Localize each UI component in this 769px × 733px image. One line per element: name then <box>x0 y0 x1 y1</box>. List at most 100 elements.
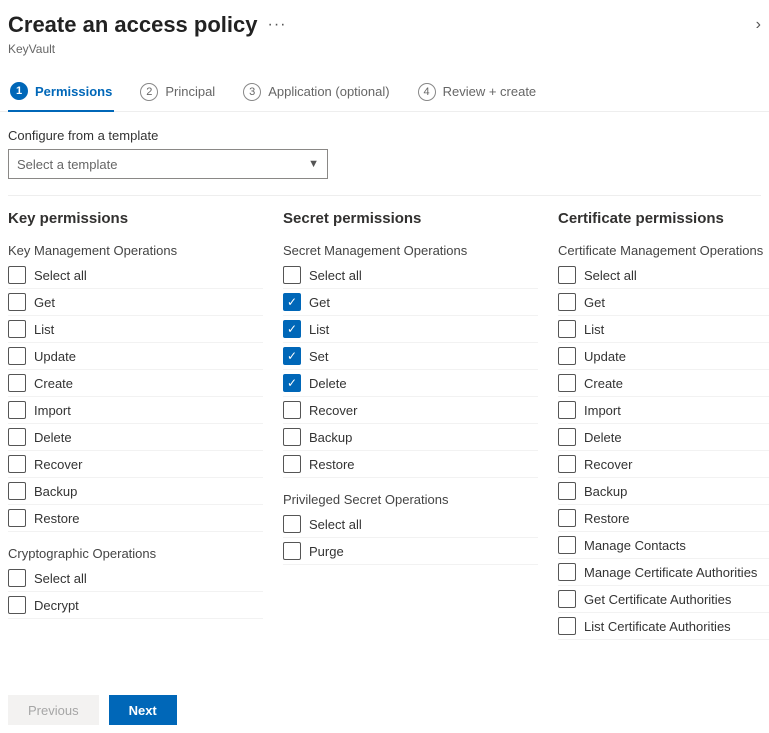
permission-label: List <box>584 322 604 337</box>
previous-button[interactable]: Previous <box>8 695 99 725</box>
chevron-down-icon: ▼ <box>308 158 319 170</box>
permission-checkbox[interactable]: ✓ <box>283 293 301 311</box>
column-title: Key permissions <box>8 210 263 227</box>
permission-checkbox[interactable] <box>8 401 26 419</box>
permission-label: Purge <box>309 544 344 559</box>
permission-row: Select all <box>8 262 263 289</box>
permission-checkbox[interactable] <box>283 401 301 419</box>
permission-checkbox[interactable]: ✓ <box>283 347 301 365</box>
step-4[interactable]: 4 Review + create <box>416 76 539 111</box>
permission-row: Manage Certificate Authorities <box>558 559 769 586</box>
permissions-column: Secret permissionsSecret Management Oper… <box>283 210 538 640</box>
permission-checkbox[interactable] <box>283 455 301 473</box>
permission-label: Manage Certificate Authorities <box>584 565 757 580</box>
permission-row: Select all <box>283 262 538 289</box>
permission-row: Decrypt <box>8 592 263 619</box>
permission-checkbox[interactable] <box>558 536 576 554</box>
permission-checkbox[interactable] <box>558 374 576 392</box>
permission-label: Select all <box>34 268 87 283</box>
permission-label: Recover <box>34 457 82 472</box>
step-number-icon: 4 <box>418 83 436 101</box>
permission-checkbox[interactable] <box>283 266 301 284</box>
permission-checkbox[interactable] <box>558 266 576 284</box>
close-chevron-icon[interactable]: › <box>756 16 761 34</box>
divider <box>8 195 761 196</box>
step-label: Application (optional) <box>268 84 389 99</box>
page-title: Create an access policy <box>8 12 257 38</box>
permission-checkbox[interactable] <box>558 455 576 473</box>
check-icon: ✓ <box>287 323 297 335</box>
permission-checkbox[interactable] <box>8 569 26 587</box>
permission-checkbox[interactable] <box>8 293 26 311</box>
permission-label: Select all <box>309 268 362 283</box>
step-number-icon: 1 <box>10 82 28 100</box>
permission-label: Import <box>584 403 621 418</box>
permission-checkbox[interactable] <box>283 542 301 560</box>
permission-label: List <box>34 322 54 337</box>
permission-label: Recover <box>584 457 632 472</box>
permission-checkbox[interactable] <box>8 509 26 527</box>
permission-row: Import <box>558 397 769 424</box>
permission-row: Purge <box>283 538 538 565</box>
step-2[interactable]: 2Principal <box>138 76 217 111</box>
check-icon: ✓ <box>287 350 297 362</box>
permission-checkbox[interactable] <box>558 293 576 311</box>
permission-row: Backup <box>558 478 769 505</box>
permission-label: Create <box>584 376 623 391</box>
step-number-icon: 2 <box>140 83 158 101</box>
permission-checkbox[interactable] <box>558 401 576 419</box>
permission-checkbox[interactable] <box>8 347 26 365</box>
permission-row: Get <box>558 289 769 316</box>
permission-row: Delete <box>558 424 769 451</box>
permission-checkbox[interactable] <box>8 455 26 473</box>
template-label: Configure from a template <box>8 128 761 143</box>
permission-checkbox[interactable] <box>558 563 576 581</box>
permission-label: Update <box>34 349 76 364</box>
permission-checkbox[interactable] <box>558 428 576 446</box>
permission-checkbox[interactable] <box>558 617 576 635</box>
stepper: 1Permissions 2Principal 3Application (opti… <box>0 70 769 112</box>
step-1[interactable]: 1Permissions <box>8 76 114 112</box>
permission-checkbox[interactable] <box>558 482 576 500</box>
permission-checkbox[interactable] <box>8 428 26 446</box>
permission-row: Backup <box>283 424 538 451</box>
permission-label: Select all <box>34 571 87 586</box>
group-title: Privileged Secret Operations <box>283 492 538 507</box>
permission-label: Backup <box>34 484 77 499</box>
permission-checkbox[interactable] <box>8 596 26 614</box>
permission-checkbox[interactable] <box>8 320 26 338</box>
permissions-column: Key permissions Key Management Operations… <box>8 210 263 640</box>
template-select[interactable]: Select a template ▼ <box>8 149 328 179</box>
step-3[interactable]: 3Application (optional) <box>241 76 391 111</box>
permission-label: Backup <box>309 430 352 445</box>
permission-row: Restore <box>558 505 769 532</box>
permission-row: ✓Delete <box>283 370 538 397</box>
step-label: Review + create <box>443 84 537 99</box>
permission-row: Import <box>8 397 263 424</box>
permission-row: Restore <box>8 505 263 532</box>
permission-checkbox[interactable]: ✓ <box>283 374 301 392</box>
next-button[interactable]: Next <box>109 695 177 725</box>
permission-label: Select all <box>309 517 362 532</box>
permission-checkbox[interactable] <box>558 320 576 338</box>
permission-row: Backup <box>8 478 263 505</box>
permission-checkbox[interactable] <box>283 428 301 446</box>
permission-label: Import <box>34 403 71 418</box>
group-title: Key Management Operations <box>8 243 263 258</box>
permission-row: Update <box>558 343 769 370</box>
column-title: Secret permissions <box>283 210 538 227</box>
permission-checkbox[interactable] <box>283 515 301 533</box>
permission-checkbox[interactable] <box>558 347 576 365</box>
permission-checkbox[interactable] <box>8 374 26 392</box>
permission-checkbox[interactable] <box>558 509 576 527</box>
more-icon[interactable]: ··· <box>267 16 286 34</box>
permission-row: Select all <box>558 262 769 289</box>
permission-label: Restore <box>34 511 80 526</box>
permission-row: Delete <box>8 424 263 451</box>
permission-row: ✓List <box>283 316 538 343</box>
permission-checkbox[interactable]: ✓ <box>283 320 301 338</box>
permission-row: Select all <box>8 565 263 592</box>
permission-checkbox[interactable] <box>558 590 576 608</box>
permission-checkbox[interactable] <box>8 482 26 500</box>
permission-checkbox[interactable] <box>8 266 26 284</box>
